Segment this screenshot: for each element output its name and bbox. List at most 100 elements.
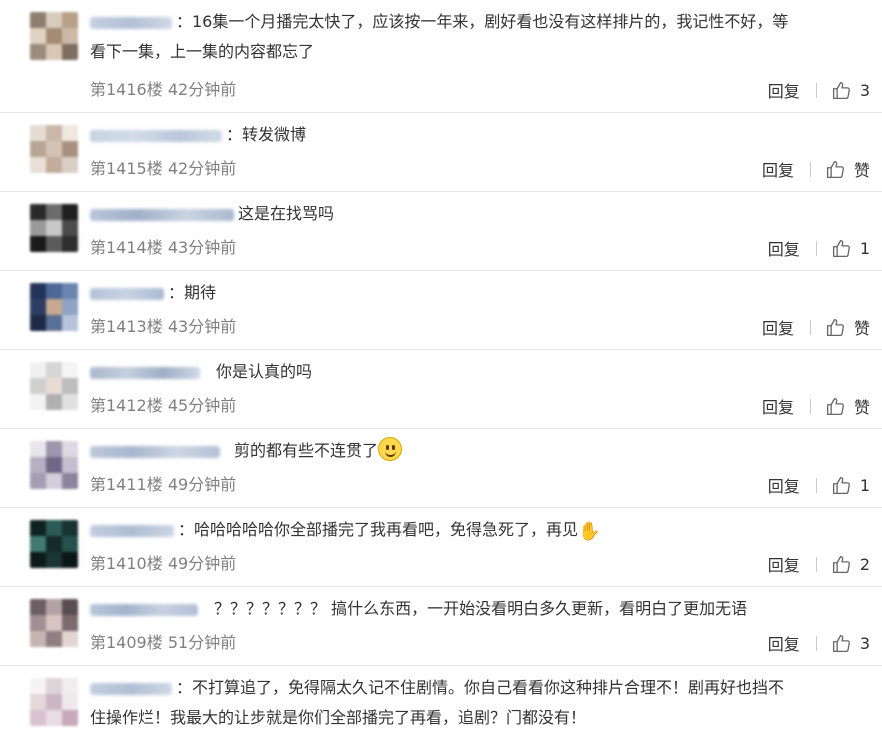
like-count: 1 [859,238,870,258]
comment-text: 你是认真的吗 [90,357,874,387]
timestamp: 43分钟前 [167,238,237,257]
comment-meta: 第1411楼 49分钟前 [90,475,236,495]
username[interactable] [90,208,234,221]
username[interactable] [90,445,220,458]
reply-button[interactable]: 回复 [762,394,794,418]
divider [815,82,817,98]
comment-meta: 第1412楼 45分钟前 [90,396,236,416]
like-button[interactable]: 3 [831,80,870,101]
avatar[interactable] [30,283,78,331]
timestamp: 49分钟前 [167,475,237,494]
like-button[interactable]: 赞 [825,157,870,181]
username[interactable] [90,682,172,695]
comment-text-line1: 剪的都有些不连贯了 [234,441,379,460]
comment-text-line1: 你是认真的吗 [216,362,313,381]
avatar[interactable] [30,204,78,252]
thumbs-up-icon [826,397,844,415]
thumbs-up-icon [826,160,844,178]
comment-item: ？？？？？？？ 搞什么东西，一开始没看明白多久更新，看明白了更加无语 第1409… [0,587,882,666]
divider [815,477,817,493]
comment-item: ：不打算追了，免得隔太久记不住剧情。你自己看看你这种排片合理不！剧再好也挡不 住… [0,666,882,748]
like-count: 3 [859,633,870,653]
thumbs-up-icon [832,239,850,257]
avatar[interactable] [30,362,78,410]
comment-actions: 回复 赞 [762,394,870,418]
username[interactable] [90,603,198,616]
thumbs-up-icon [832,81,850,99]
divider [815,556,817,572]
reply-button[interactable]: 回复 [768,236,800,260]
comment-actions: 回复 赞 [762,315,870,339]
like-button[interactable]: 赞 [825,315,870,339]
thumbs-up-icon [832,634,850,652]
like-button[interactable]: 1 [831,238,870,259]
comment-text-line1: ：转发微博 [226,125,307,144]
timestamp: 42分钟前 [167,80,237,99]
comment-item: ：16集一个月播完太快了，应该按一年来，剧好看也没有这样排片的，我记性不好，等 … [0,0,882,113]
avatar[interactable] [30,520,78,568]
reply-button[interactable]: 回复 [762,315,794,339]
reply-button[interactable]: 回复 [768,631,800,655]
comment-text: ？？？？？？？ 搞什么东西，一开始没看明白多久更新，看明白了更加无语 [90,594,874,624]
reply-button[interactable]: 回复 [768,473,800,497]
reply-button[interactable]: 回复 [768,552,800,576]
divider [815,635,817,651]
thumbs-up-icon [832,555,850,573]
comment-actions: 回复 3 [768,78,870,102]
comment-item: ：转发微博 第1415楼 42分钟前 回复 赞 [0,113,882,192]
like-button[interactable]: 赞 [825,394,870,418]
comment-meta: 第1416楼 42分钟前 [90,80,236,100]
divider [809,398,811,414]
comment-text-line1: 这是在找骂吗 [238,204,335,223]
comment-text-line2: 住操作烂！我最大的让步就是你们全部播完了再看，追剧？门都没有！ [90,708,587,727]
like-count: 1 [859,475,870,495]
avatar[interactable] [30,599,78,647]
comment-actions: 回复 1 [768,473,870,497]
comment-actions: 回复 1 [768,236,870,260]
comment-item: 剪的都有些不连贯了 第1411楼 49分钟前 回复 1 [0,429,882,508]
avatar[interactable] [30,125,78,173]
username[interactable] [90,366,200,379]
username[interactable] [90,524,174,537]
timestamp: 42分钟前 [167,159,237,178]
timestamp: 51分钟前 [167,633,237,652]
divider [815,240,817,256]
reply-button[interactable]: 回复 [762,157,794,181]
like-button[interactable]: 3 [831,633,870,654]
floor-number: 第1416楼 [90,80,163,99]
comment-text: 剪的都有些不连贯了 [90,436,874,466]
comment-item: 这是在找骂吗 第1414楼 43分钟前 回复 1 [0,192,882,271]
comment-actions: 回复 3 [768,631,870,655]
comment-text-line1: ：不打算追了，免得隔太久记不住剧情。你自己看看你这种排片合理不！剧再好也挡不 [176,678,785,697]
floor-number: 第1415楼 [90,159,163,178]
comment-text: 这是在找骂吗 [90,199,874,229]
like-button[interactable]: 2 [831,554,870,575]
floor-number: 第1409楼 [90,633,163,652]
like-button[interactable]: 1 [831,475,870,496]
comment-item: ：哈哈哈哈哈你全部播完了我再看吧，免得急死了，再见✋ 第1410楼 49分钟前 … [0,508,882,587]
floor-number: 第1410楼 [90,554,163,573]
timestamp: 45分钟前 [167,396,237,415]
comment-text-line1: ？？？？？？？ 搞什么东西，一开始没看明白多久更新，看明白了更加无语 [214,599,748,618]
divider [809,161,811,177]
username[interactable] [90,287,164,300]
divider [809,319,811,335]
comment-text: ：哈哈哈哈哈你全部播完了我再看吧，免得急死了，再见✋ [90,515,874,545]
like-count: 赞 [853,398,870,417]
username[interactable] [90,129,222,142]
waving-hand-emoji-icon: ✋ [578,521,601,542]
comment-item: 你是认真的吗 第1412楼 45分钟前 回复 赞 [0,350,882,429]
avatar[interactable] [30,678,78,726]
comment-meta: 第1409楼 51分钟前 [90,633,236,653]
avatar[interactable] [30,441,78,489]
comment-text-line1: ：16集一个月播完太快了，应该按一年来，剧好看也没有这样排片的，我记性不好，等 [176,12,789,31]
comment-actions: 回复 赞 [762,157,870,181]
comment-meta: 第1415楼 42分钟前 [90,159,236,179]
timestamp: 49分钟前 [167,554,237,573]
comment-text: ：转发微博 [90,120,874,150]
floor-number: 第1413楼 [90,317,163,336]
avatar[interactable] [30,12,78,60]
username[interactable] [90,16,172,29]
reply-button[interactable]: 回复 [768,78,800,102]
comment-text: ：16集一个月播完太快了，应该按一年来，剧好看也没有这样排片的，我记性不好，等 [90,7,874,37]
